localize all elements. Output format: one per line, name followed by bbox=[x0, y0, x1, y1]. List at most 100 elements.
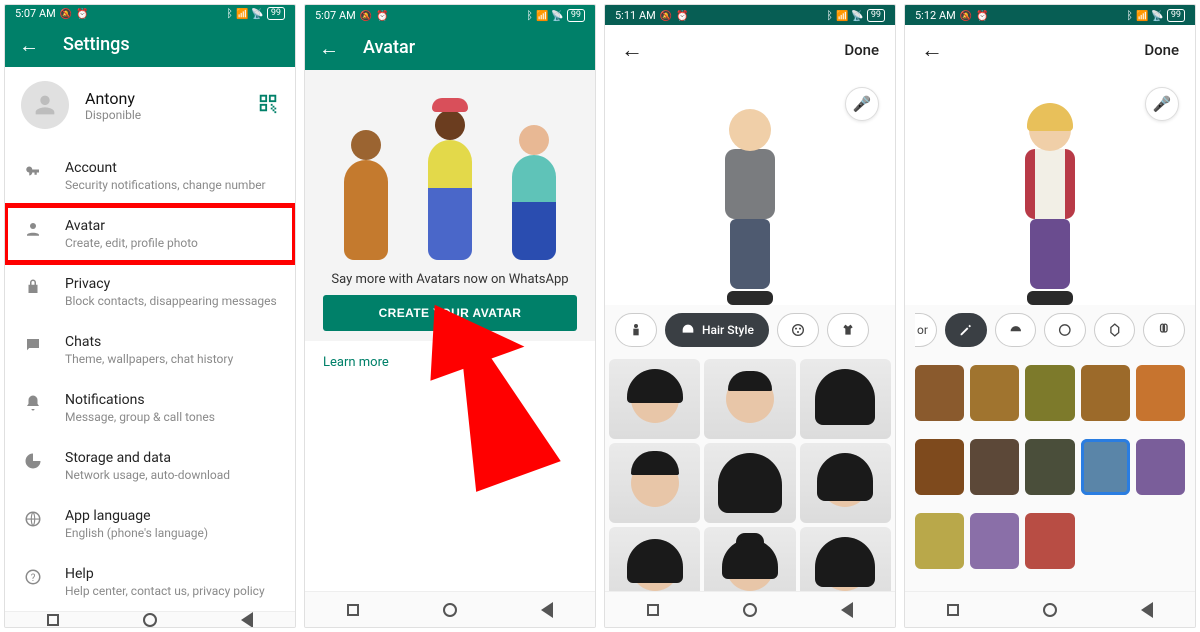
bluetooth-icon bbox=[526, 9, 533, 22]
color-swatch[interactable] bbox=[1025, 513, 1074, 569]
setting-privacy[interactable]: PrivacyBlock contacts, disappearing mess… bbox=[5, 263, 295, 321]
nav-back-icon[interactable] bbox=[841, 602, 853, 618]
back-arrow-icon[interactable]: ← bbox=[319, 38, 339, 58]
chip-outfit[interactable] bbox=[827, 313, 869, 347]
back-arrow-icon[interactable]: ← bbox=[921, 37, 943, 63]
color-swatch[interactable] bbox=[915, 513, 964, 569]
status-time: 5:11 AM bbox=[615, 9, 656, 22]
editor-topbar: ← Done bbox=[905, 25, 1195, 75]
nav-back-icon[interactable] bbox=[541, 602, 553, 618]
color-swatch[interactable] bbox=[970, 365, 1019, 421]
hairstyle-option[interactable] bbox=[704, 359, 795, 439]
nav-home-icon[interactable] bbox=[443, 603, 457, 617]
nav-recent-icon[interactable] bbox=[47, 614, 59, 626]
setting-sub: English (phone's language) bbox=[65, 526, 208, 540]
create-avatar-button[interactable]: CREATE YOUR AVATAR bbox=[323, 295, 577, 331]
chip-ears[interactable] bbox=[1143, 313, 1185, 347]
color-swatch[interactable] bbox=[915, 365, 964, 421]
nav-back-icon[interactable] bbox=[241, 612, 253, 628]
chat-icon bbox=[23, 334, 43, 354]
back-arrow-icon[interactable]: ← bbox=[19, 35, 39, 55]
color-swatch[interactable] bbox=[1081, 439, 1130, 495]
setting-language[interactable]: App language English (phone's language) bbox=[5, 495, 295, 553]
nav-home-icon[interactable] bbox=[1043, 603, 1057, 617]
hairstyle-option[interactable] bbox=[609, 359, 700, 439]
nav-home-icon[interactable] bbox=[143, 613, 157, 627]
setting-storage[interactable]: Storage and dataNetwork usage, auto-down… bbox=[5, 437, 295, 495]
setting-title: Storage and data bbox=[65, 450, 230, 466]
setting-title: App language bbox=[65, 508, 208, 524]
status-time: 5:07 AM bbox=[15, 7, 56, 20]
category-chips: Hair Style bbox=[605, 305, 895, 355]
status-bar: 5:12 AM 99 bbox=[905, 5, 1195, 25]
nav-recent-icon[interactable] bbox=[347, 604, 359, 616]
avatar-icon bbox=[23, 218, 43, 238]
hero-text: Say more with Avatars now on WhatsApp bbox=[331, 260, 568, 295]
learn-more-link[interactable]: Learn more bbox=[305, 341, 595, 384]
setting-account[interactable]: AccountSecurity notifications, change nu… bbox=[5, 147, 295, 205]
chip-hair[interactable] bbox=[995, 313, 1037, 347]
color-swatch[interactable] bbox=[1136, 365, 1185, 421]
bluetooth-icon bbox=[1126, 9, 1133, 22]
profile-status: Disponible bbox=[85, 108, 141, 122]
alarm-icon bbox=[376, 9, 388, 22]
setting-sub: Message, group & call tones bbox=[65, 410, 215, 424]
done-button[interactable]: Done bbox=[1144, 41, 1179, 59]
lock-icon bbox=[23, 276, 43, 296]
signal-icon bbox=[836, 9, 848, 22]
hairstyle-option[interactable] bbox=[800, 443, 891, 523]
color-swatch[interactable] bbox=[1025, 439, 1074, 495]
setting-help[interactable]: ? HelpHelp center, contact us, privacy p… bbox=[5, 553, 295, 611]
bell-icon bbox=[23, 392, 43, 412]
chip-brush[interactable] bbox=[945, 313, 987, 347]
help-icon: ? bbox=[23, 566, 43, 586]
qr-icon[interactable] bbox=[257, 92, 279, 118]
color-grid bbox=[905, 355, 1195, 591]
nav-recent-icon[interactable] bbox=[647, 604, 659, 616]
color-swatch[interactable] bbox=[915, 439, 964, 495]
profile-avatar-icon bbox=[21, 81, 69, 129]
chip-body[interactable] bbox=[615, 313, 657, 347]
bluetooth-icon bbox=[226, 7, 233, 20]
hairstyle-option[interactable] bbox=[609, 443, 700, 523]
color-swatch[interactable] bbox=[970, 439, 1019, 495]
status-bar: 5:07 AM 99 bbox=[5, 5, 295, 22]
color-swatch[interactable] bbox=[970, 513, 1019, 569]
data-icon bbox=[23, 450, 43, 470]
mirror-button[interactable]: 🎤 bbox=[1145, 87, 1179, 121]
back-arrow-icon[interactable]: ← bbox=[621, 37, 643, 63]
chip-palette[interactable] bbox=[1044, 313, 1086, 347]
mirror-button[interactable]: 🎤 bbox=[845, 87, 879, 121]
wifi-icon bbox=[551, 9, 563, 22]
alarm-icon bbox=[676, 9, 688, 22]
chip-haircolor[interactable] bbox=[777, 313, 819, 347]
avatar-preview: 🎤 bbox=[905, 75, 1195, 305]
color-swatch[interactable] bbox=[1081, 365, 1130, 421]
battery-icon: 99 bbox=[867, 9, 885, 22]
chip-face[interactable] bbox=[1094, 313, 1136, 347]
setting-chats[interactable]: ChatsTheme, wallpapers, chat history bbox=[5, 321, 295, 379]
color-swatch[interactable] bbox=[1136, 439, 1185, 495]
profile-row[interactable]: Antony Disponible bbox=[5, 67, 295, 143]
nav-home-icon[interactable] bbox=[743, 603, 757, 617]
hairstyle-option[interactable] bbox=[800, 359, 891, 439]
hairstyle-option[interactable] bbox=[800, 527, 891, 591]
chip-hairstyle[interactable]: Hair Style bbox=[665, 313, 769, 347]
status-bar: 5:11 AM 99 bbox=[605, 5, 895, 25]
avatar-figure-1 bbox=[326, 130, 406, 260]
chip-partial[interactable]: or bbox=[915, 313, 937, 347]
nav-recent-icon[interactable] bbox=[947, 604, 959, 616]
done-button[interactable]: Done bbox=[844, 41, 879, 59]
nav-bar bbox=[5, 611, 295, 628]
color-swatch[interactable] bbox=[1025, 365, 1074, 421]
setting-avatar[interactable]: AvatarCreate, edit, profile photo bbox=[5, 205, 295, 263]
hairstyle-option[interactable] bbox=[609, 527, 700, 591]
hairstyle-option[interactable] bbox=[704, 527, 795, 591]
battery-icon: 99 bbox=[567, 9, 585, 22]
nav-back-icon[interactable] bbox=[1141, 602, 1153, 618]
mute-icon bbox=[960, 9, 972, 22]
hairstyle-option[interactable] bbox=[704, 443, 795, 523]
nav-bar bbox=[905, 591, 1195, 627]
setting-notifications[interactable]: NotificationsMessage, group & call tones bbox=[5, 379, 295, 437]
bluetooth-icon bbox=[826, 9, 833, 22]
